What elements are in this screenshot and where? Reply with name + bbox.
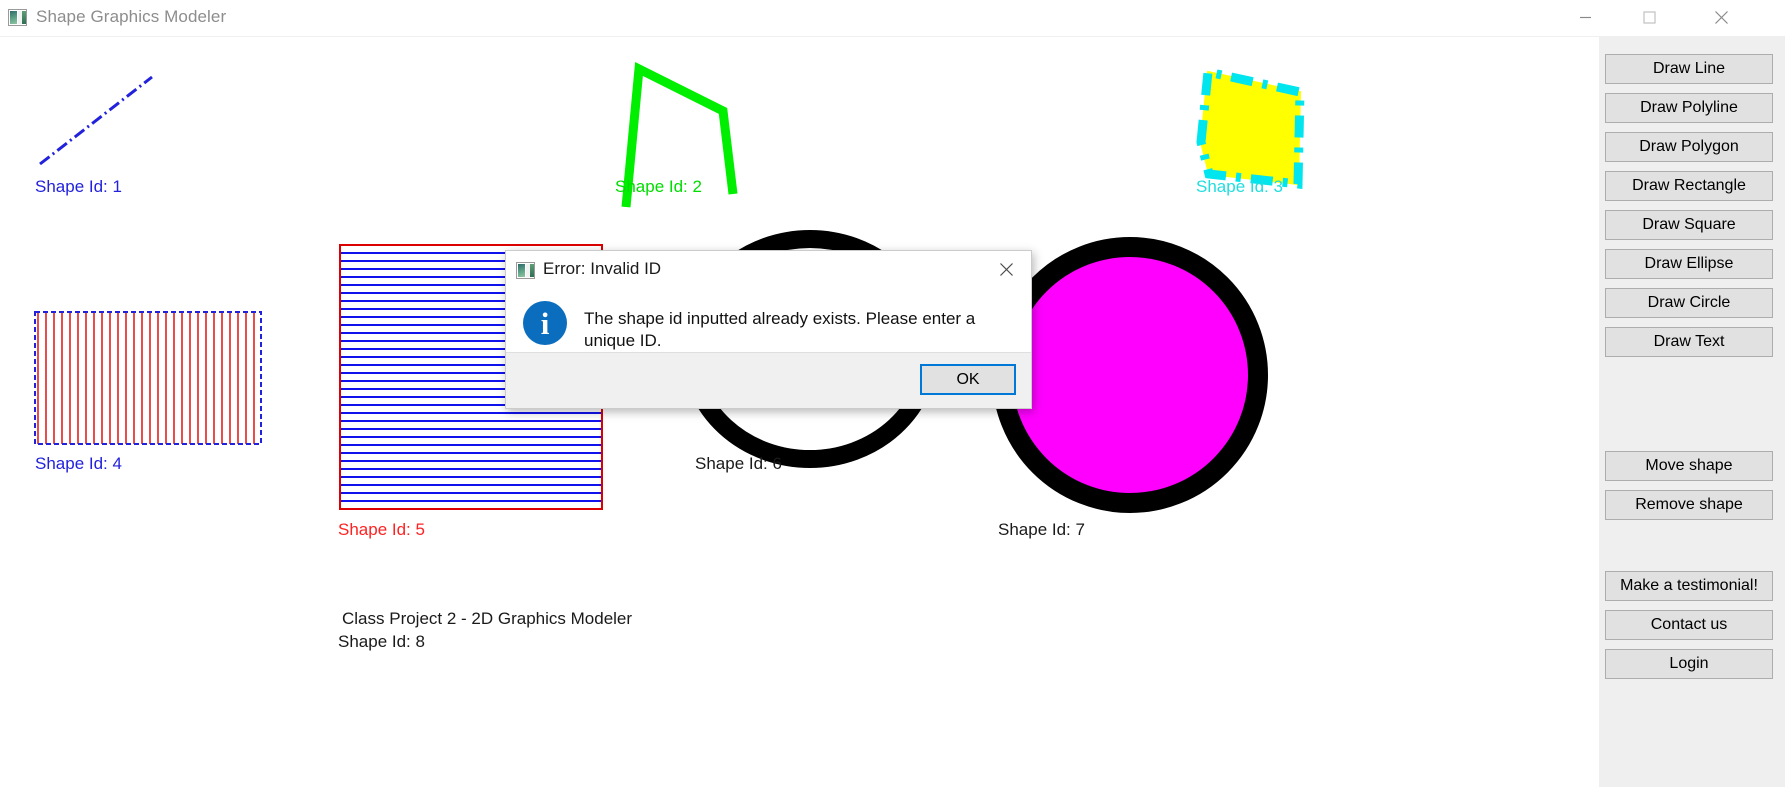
dialog-ok-button[interactable]: OK [920, 364, 1016, 395]
drawing-canvas[interactable]: Shape Id: 1 Shape Id: 2 Shape Id: 3 Shap… [10, 49, 1599, 787]
draw-text-button[interactable]: Draw Text [1605, 327, 1773, 357]
app-icon [8, 9, 27, 26]
maximize-icon [1642, 10, 1656, 24]
error-dialog: Error: Invalid ID i The shape id inputte… [505, 250, 1032, 409]
draw-polygon-button[interactable]: Draw Polygon [1605, 132, 1773, 162]
info-icon: i [523, 301, 567, 345]
shape-6-label: Shape Id: 6 [695, 454, 782, 473]
shape-1-label: Shape Id: 1 [35, 177, 122, 196]
shape-5-label: Shape Id: 5 [338, 520, 425, 539]
contact-us-button[interactable]: Contact us [1605, 610, 1773, 640]
shape-7-circle[interactable] [992, 237, 1268, 513]
draw-circle-button[interactable]: Draw Circle [1605, 288, 1773, 318]
shapes-layer [34, 62, 1305, 513]
shape-1-line[interactable] [39, 75, 153, 166]
maximize-button[interactable] [1621, 0, 1677, 34]
dialog-message: The shape id inputted already exists. Pl… [584, 309, 976, 350]
dialog-close-button[interactable] [985, 255, 1027, 283]
shape-2-label: Shape Id: 2 [615, 177, 702, 196]
close-button[interactable] [1693, 0, 1749, 34]
move-shape-button[interactable]: Move shape [1605, 451, 1773, 481]
close-icon [1714, 10, 1728, 24]
draw-ellipse-button[interactable]: Draw Ellipse [1605, 249, 1773, 279]
draw-rectangle-button[interactable]: Draw Rectangle [1605, 171, 1773, 201]
minimize-icon [1579, 16, 1591, 18]
login-button[interactable]: Login [1605, 649, 1773, 679]
dialog-app-icon [516, 262, 535, 279]
close-icon [999, 262, 1013, 276]
shape-8-label: Shape Id: 8 [338, 632, 425, 651]
window-titlebar: Shape Graphics Modeler [0, 0, 1785, 37]
tool-sidebar: Draw Line Draw Polyline Draw Polygon Dra… [1599, 36, 1785, 787]
remove-shape-button[interactable]: Remove shape [1605, 490, 1773, 520]
shape-7-label: Shape Id: 7 [998, 520, 1085, 539]
shape-8-text[interactable]: Class Project 2 - 2D Graphics Modeler [342, 609, 632, 629]
draw-square-button[interactable]: Draw Square [1605, 210, 1773, 240]
shape-3-label: Shape Id: 3 [1196, 177, 1283, 196]
shape-4-label: Shape Id: 4 [35, 454, 122, 473]
dialog-footer: OK [506, 352, 1031, 408]
make-testimonial-button[interactable]: Make a testimonial! [1605, 571, 1773, 601]
window-title: Shape Graphics Modeler [36, 7, 227, 26]
minimize-button[interactable] [1557, 0, 1613, 34]
draw-line-button[interactable]: Draw Line [1605, 54, 1773, 84]
draw-polyline-button[interactable]: Draw Polyline [1605, 93, 1773, 123]
shape-4-rectangle[interactable] [34, 311, 262, 445]
dialog-title: Error: Invalid ID [543, 259, 662, 278]
